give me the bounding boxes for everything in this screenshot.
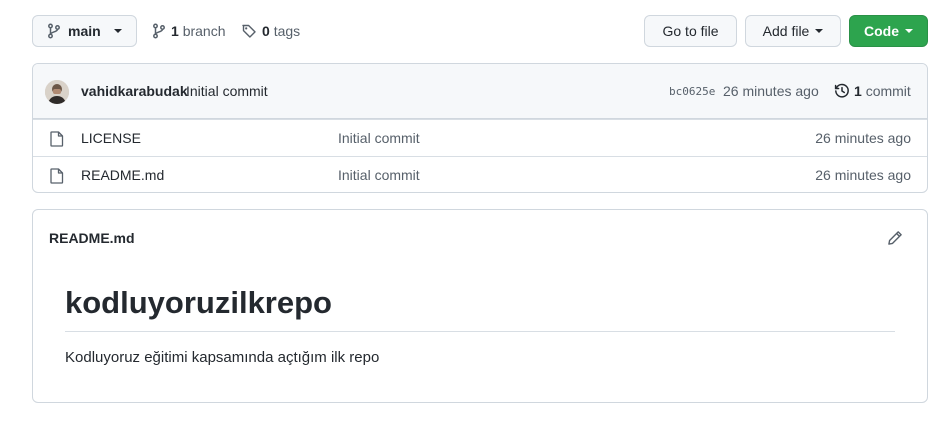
branches-count: 1 bbox=[171, 23, 179, 39]
file-name-link[interactable]: README.md bbox=[81, 167, 164, 183]
commit-sha-link[interactable]: bc0625e bbox=[669, 85, 715, 98]
readme-file-title[interactable]: README.md bbox=[49, 230, 135, 246]
file-commit-message-link[interactable]: Initial commit bbox=[338, 130, 420, 146]
repo-toolbar: main 1 branch 0 tags Go to file Add file… bbox=[32, 15, 928, 47]
avatar[interactable] bbox=[45, 80, 69, 104]
file-list-box: vahidkarabudak Initial commit bc0625e 26… bbox=[32, 63, 928, 193]
readme-box: README.md kodluyoruzilkrepo Kodluyoruz e… bbox=[32, 209, 928, 403]
git-branch-icon bbox=[47, 23, 61, 39]
commit-author-link[interactable]: vahidkarabudak bbox=[81, 83, 188, 99]
file-name-link[interactable]: LICENSE bbox=[81, 130, 141, 146]
commits-count: 1 bbox=[854, 83, 862, 99]
add-file-button[interactable]: Add file bbox=[745, 15, 841, 47]
tags-label: tags bbox=[273, 23, 301, 39]
chevron-down-icon bbox=[113, 29, 122, 33]
file-row[interactable]: LICENSE Initial commit 26 minutes ago bbox=[33, 119, 927, 156]
latest-commit-header: vahidkarabudak Initial commit bc0625e 26… bbox=[33, 64, 927, 119]
git-branch-icon bbox=[152, 23, 166, 39]
tag-icon bbox=[241, 23, 257, 39]
file-row[interactable]: README.md Initial commit 26 minutes ago bbox=[33, 156, 927, 192]
file-commit-message-link[interactable]: Initial commit bbox=[338, 167, 420, 183]
chevron-down-icon bbox=[905, 29, 913, 33]
commit-history-link[interactable]: 1 commit bbox=[834, 83, 911, 99]
branch-selector-button[interactable]: main bbox=[32, 15, 137, 47]
commit-message-link[interactable]: Initial commit bbox=[186, 83, 268, 99]
commits-label: commit bbox=[865, 83, 911, 99]
branches-label: branch bbox=[182, 23, 226, 39]
readme-heading: kodluyoruzilkrepo bbox=[65, 284, 895, 333]
chevron-down-icon bbox=[815, 29, 824, 33]
commit-time: 26 minutes ago bbox=[723, 83, 819, 99]
add-file-label: Add file bbox=[762, 23, 810, 39]
history-icon bbox=[834, 83, 850, 99]
file-icon bbox=[50, 168, 64, 184]
go-to-file-button[interactable]: Go to file bbox=[644, 15, 737, 47]
pencil-icon[interactable] bbox=[887, 230, 903, 246]
branch-name: main bbox=[68, 23, 101, 39]
file-commit-age: 26 minutes ago bbox=[815, 167, 911, 183]
tags-count: 0 bbox=[262, 23, 270, 39]
branches-link[interactable]: 1 branch bbox=[152, 15, 226, 47]
readme-body-text: Kodluyoruz eğitimi kapsamında açtığım il… bbox=[65, 349, 380, 366]
code-button[interactable]: Code bbox=[849, 15, 928, 47]
code-label: Code bbox=[864, 23, 899, 39]
go-to-file-label: Go to file bbox=[662, 23, 719, 39]
tags-link[interactable]: 0 tags bbox=[241, 15, 300, 47]
file-commit-age: 26 minutes ago bbox=[815, 130, 911, 146]
file-icon bbox=[50, 131, 64, 147]
